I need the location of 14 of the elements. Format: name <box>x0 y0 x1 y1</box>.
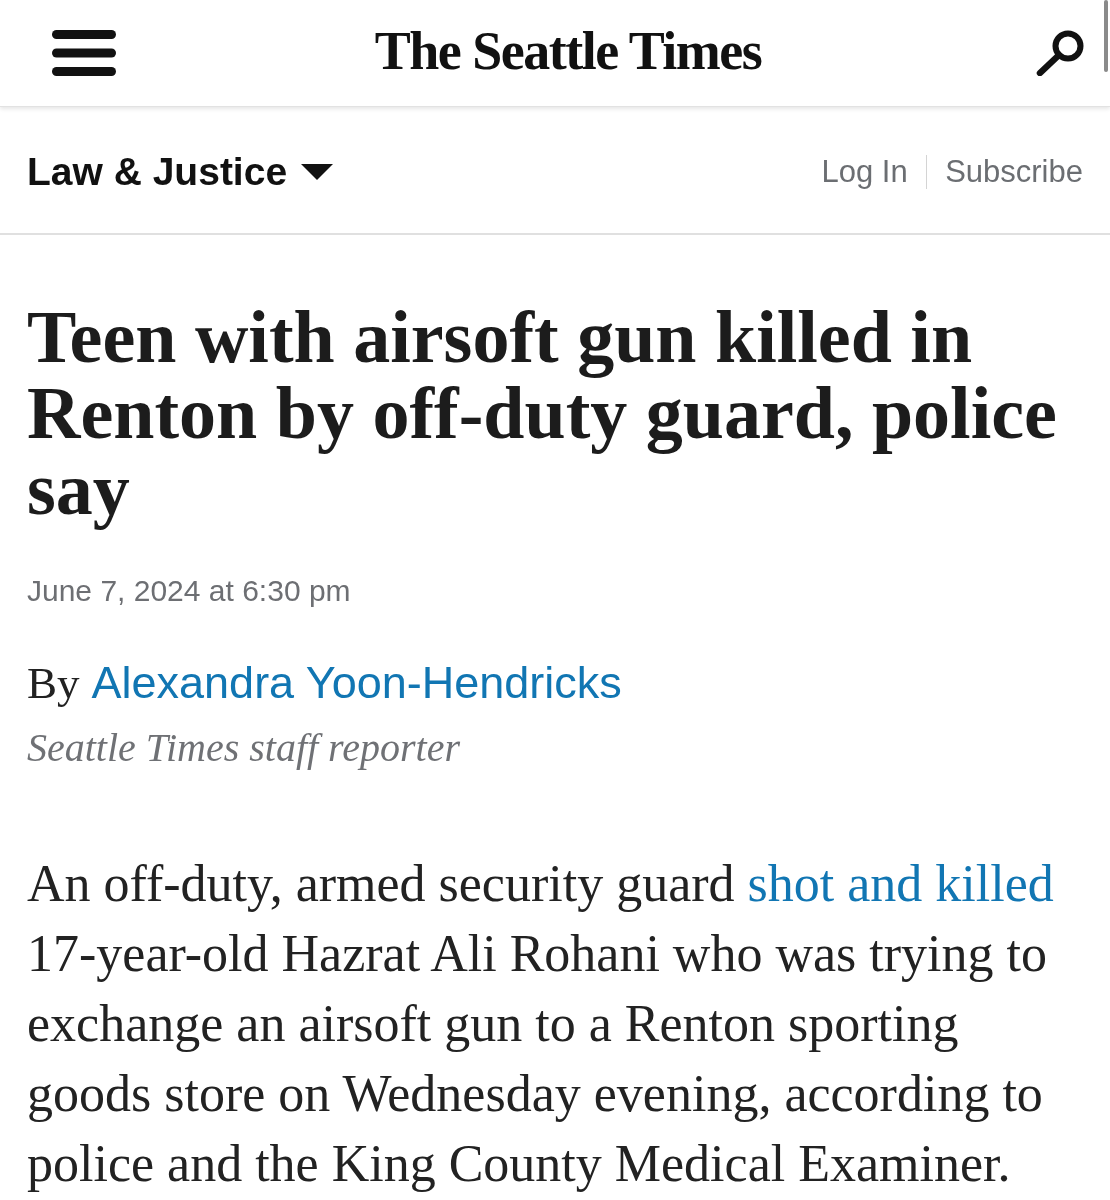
publish-date: June 7, 2024 at 6:30 pm <box>27 573 352 609</box>
search-icon[interactable] <box>1036 30 1084 76</box>
author-link[interactable]: Alexandra Yoon-Hendricks <box>91 657 622 709</box>
byline-prefix: By <box>27 657 80 709</box>
caret-icon <box>301 164 334 180</box>
author-role: Seattle Times staff reporter <box>27 725 461 771</box>
scroll-indicator <box>1104 0 1108 72</box>
menu-icon[interactable] <box>52 30 116 76</box>
site-logo[interactable]: The Seattle Times <box>374 24 762 82</box>
article-link[interactable]: shot and killed <box>747 855 1054 912</box>
login-link[interactable]: Log In <box>821 154 908 190</box>
subscribe-link[interactable]: Subscribe <box>945 154 1083 190</box>
section-menu-button[interactable]: Law & Justice <box>27 146 334 194</box>
article-paragraph: An off-duty, armed security guard shot and killed 17-year-old Hazrat Ali Rohani who was trying to exchange an airsoft gun to a Renton sporting goods store on Wednesday evening, according to police and the King County Medical Examiner. <box>27 854 1055 1194</box>
